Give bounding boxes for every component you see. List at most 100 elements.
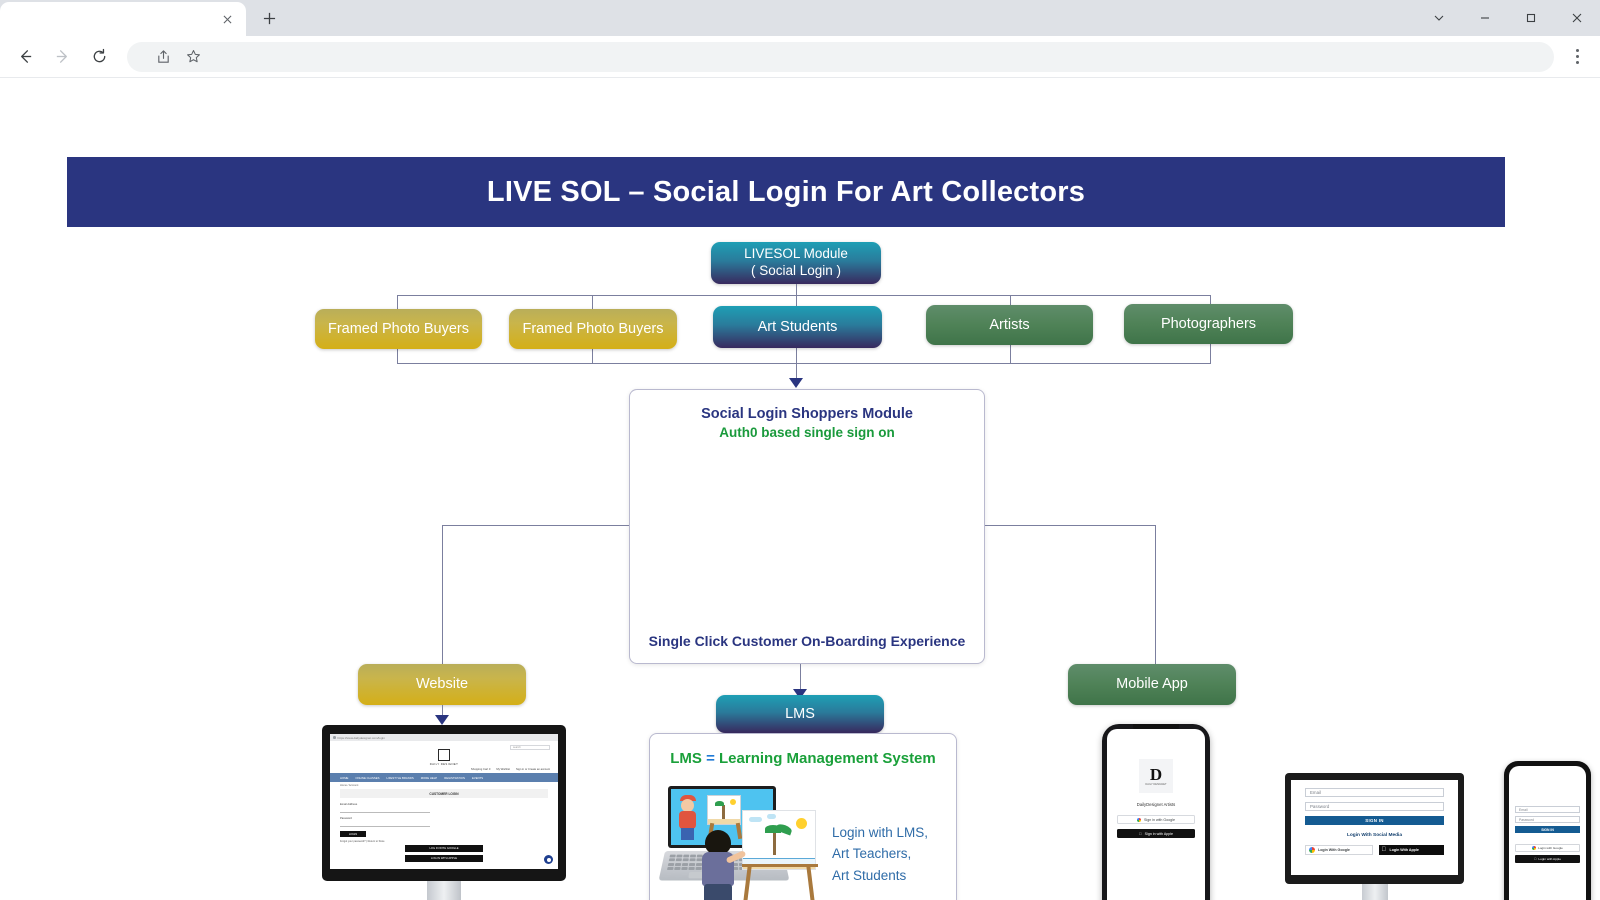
social-login-shoppers-panel: Social Login Shoppers Module Auth0 based…	[629, 389, 1591, 900]
connector-left-branch-v	[442, 525, 443, 664]
phone-google-label: Login with Google	[1538, 846, 1563, 850]
sun-icon	[796, 818, 807, 829]
google-icon	[1532, 846, 1537, 850]
kebab-menu-icon[interactable]	[1562, 40, 1592, 74]
monitor-bezel: Email Password SIGN IN Login With Social…	[1285, 773, 1464, 884]
phone-email-field[interactable]: Email	[1515, 806, 1580, 813]
utility-link-signin[interactable]: Sign in or Create an account	[516, 768, 550, 771]
desktop-login-mockup: Email Password SIGN IN Login With Social…	[1285, 773, 1464, 900]
art-class-illustration	[658, 784, 830, 900]
monitor-screen: Email Password SIGN IN Login With Social…	[1291, 780, 1458, 875]
lms-description-line-2: Art Teachers,	[832, 846, 912, 862]
node-website: Website	[358, 664, 526, 705]
website-social-buttons: LOG IN WITH GOOGLE LOG IN WITH APPLE	[405, 845, 483, 865]
desktop-password-field[interactable]: Password	[1305, 802, 1444, 811]
chat-bubble-icon[interactable]	[544, 855, 553, 864]
desktop-google-button[interactable]: Login With Google	[1305, 845, 1373, 855]
share-icon[interactable]	[149, 43, 177, 71]
star-icon[interactable]	[179, 43, 207, 71]
monitor-stand-neck	[1361, 884, 1388, 900]
desktop-apple-label: Login With Apple	[1389, 848, 1419, 852]
google-icon	[1137, 817, 1142, 822]
lms-title-equals: =	[706, 750, 715, 767]
node-label: Framed Photo Buyers	[327, 320, 470, 337]
desktop-email-field[interactable]: Email	[1305, 788, 1444, 797]
app-signin-buttons: Sign in with Google  Sign in with Apple	[1107, 807, 1205, 838]
website-email-input[interactable]	[340, 807, 430, 813]
app-apple-label: Sign in with Apple	[1143, 831, 1173, 836]
phone-login-form: Email Password SIGN IN Login with Google…	[1509, 766, 1586, 863]
website-login-button[interactable]: LOGIN	[340, 831, 366, 837]
phone-apple-button[interactable]:  Login with Apple	[1515, 855, 1580, 863]
website-mockup: https://www.dailydesignet.com/login sear…	[322, 725, 566, 900]
app-logo-subtext: DAILY DESIGNET	[1145, 782, 1167, 786]
forward-arrow-icon[interactable]	[45, 40, 79, 74]
node-artists: Artists	[926, 305, 1093, 345]
utility-link-wishlist[interactable]: My Wishlist	[496, 768, 510, 771]
phone-apple-label: Login with Apple	[1537, 857, 1561, 861]
website-login-form: Email Address Password LOGIN Forgot your…	[330, 798, 440, 843]
nav-item-more-help[interactable]: MORE HELP	[421, 776, 437, 780]
new-tab-button[interactable]	[254, 3, 284, 33]
palm-leaf	[715, 801, 724, 806]
lms-title-abbr: LMS	[670, 750, 702, 767]
page-banner: LIVE SOL – Social Login For Art Collecto…	[67, 157, 1505, 227]
address-bar-actions	[149, 43, 207, 71]
mobile-app-screen: D DAILY DESIGNET DailyDesignet Artists S…	[1107, 729, 1205, 900]
nav-item-events[interactable]: EVENTS	[472, 776, 483, 780]
phone-login-mockup: Email Password SIGN IN Login with Google…	[1504, 761, 1591, 900]
website-search-input[interactable]: search	[510, 745, 550, 750]
minimize-icon[interactable]	[1462, 0, 1508, 36]
node-label: Framed Photo Buyers	[522, 320, 664, 337]
close-icon[interactable]	[1554, 0, 1600, 36]
node-label: Website	[415, 676, 469, 693]
website-apple-button[interactable]: LOG IN WITH APPLE	[405, 855, 483, 862]
apple-icon: 	[1534, 857, 1536, 861]
palm-trunk	[722, 805, 725, 819]
easel-crossbar	[742, 864, 818, 867]
desktop-apple-button[interactable]:  Login With Apple	[1378, 845, 1444, 855]
tab-close-icon[interactable]	[218, 10, 236, 28]
chevron-down-icon[interactable]	[1416, 0, 1462, 36]
nav-item-home[interactable]: HOME	[340, 776, 348, 780]
lms-description: Login with LMS, Art Teachers, Art Studen…	[832, 822, 928, 886]
website-email-label: Email Address	[340, 803, 358, 806]
child-figure	[696, 830, 747, 900]
desktop-signin-button[interactable]: SIGN IN	[1305, 816, 1444, 825]
node-label: Art Students	[757, 318, 838, 335]
tab-strip	[0, 0, 1600, 36]
website-google-button[interactable]: LOG IN WITH GOOGLE	[405, 845, 483, 852]
app-apple-button[interactable]:  Sign in with Apple	[1117, 829, 1195, 838]
lms-description-line-3: Art Students	[832, 867, 907, 883]
connector-left-branch-h	[442, 525, 629, 526]
utility-link-cart[interactable]: Shopping Cart 0	[471, 768, 490, 771]
node-livesol-line1: LIVESOL Module	[744, 246, 848, 262]
app-google-button[interactable]: Sign in with Google	[1117, 815, 1195, 824]
page-content: LIVE SOL – Social Login For Art Collecto…	[0, 78, 1600, 900]
phone-signin-button[interactable]: SIGN IN	[1515, 826, 1580, 833]
browser-tab[interactable]	[0, 2, 246, 36]
connector-bus-bottom	[397, 363, 1211, 364]
website-help-text[interactable]: Forgot your password? | Return to Store	[340, 840, 430, 843]
website-header: search DAILY DESIGNET	[330, 741, 558, 768]
mobile-app-mockup: D DAILY DESIGNET DailyDesignet Artists S…	[1102, 724, 1210, 900]
back-arrow-icon[interactable]	[8, 40, 42, 74]
maximize-icon[interactable]	[1508, 0, 1554, 36]
nav-item-online-classes[interactable]: ONLINE CLASSES	[355, 776, 379, 780]
nav-item-registration[interactable]: REGISTRATION	[444, 776, 465, 780]
cloud	[749, 817, 762, 822]
phone-google-button[interactable]: Login with Google	[1515, 844, 1580, 852]
nav-item-lifestyle-brands[interactable]: LIFESTYLE BRANDS	[387, 776, 414, 780]
app-google-label: Sign in with Google	[1144, 817, 1175, 822]
website-password-input[interactable]	[340, 821, 430, 827]
desktop-social-heading: Login With Social Media	[1346, 833, 1403, 838]
reload-icon[interactable]	[82, 40, 116, 74]
center-panel-footer: Single Click Customer On-Boarding Experi…	[648, 633, 966, 649]
lms-description-line-1: Login with LMS,	[832, 825, 929, 840]
website-password-label: Password	[340, 817, 352, 820]
address-bar[interactable]	[127, 41, 1554, 72]
child-legs	[704, 884, 732, 900]
website-url-bar[interactable]: https://www.dailydesignet.com/login	[330, 734, 558, 741]
node-photographers: Photographers	[1124, 304, 1293, 344]
phone-password-field[interactable]: Password	[1515, 816, 1580, 823]
